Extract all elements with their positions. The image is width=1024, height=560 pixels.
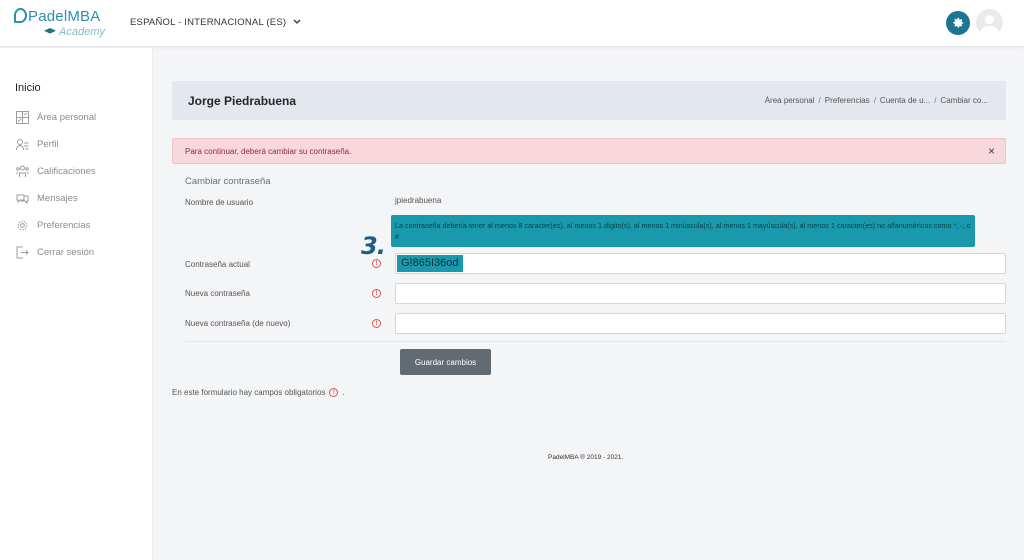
graduation-cap-icon <box>44 28 56 34</box>
logo-brand: PadelMBA <box>14 8 100 25</box>
required-icon: ! <box>372 259 381 268</box>
sidebar-title[interactable]: Inicio <box>15 82 41 94</box>
page-title: Jorge Piedrabuena <box>188 94 297 108</box>
sidebar-item-label: Preferencias <box>37 219 91 231</box>
breadcrumb-separator: / <box>873 96 876 105</box>
sidebar-item-preferencias[interactable]: Preferencias <box>15 217 90 233</box>
sidebar-item-label: Área personal <box>37 111 97 123</box>
current-password-label: Contraseña actual <box>185 260 250 269</box>
profile-icon <box>15 137 29 151</box>
avatar-body <box>980 26 999 36</box>
breadcrumb: Área personal / Preferencias / Cuenta de u..… <box>765 96 988 105</box>
top-navbar: PadelMBA Academy ESPAÑOL - INTERNACIONAL… <box>0 0 1024 47</box>
required-icon: ! <box>329 388 339 397</box>
gear-icon <box>953 17 964 28</box>
sidebar-item-cerrar-sesion[interactable]: Cerrar sesión <box>15 244 94 260</box>
sidebar-item-area-personal[interactable]: Área personal <box>15 109 96 125</box>
breadcrumb-separator: / <box>818 96 821 105</box>
username-value: jpiedrabuena <box>395 196 442 205</box>
logo-mark-icon <box>14 8 27 23</box>
repeat-password-input[interactable] <box>395 313 1006 334</box>
breadcrumb-item[interactable]: Área personal <box>765 96 815 105</box>
sidebar: Inicio Área personal Perfil Calificacion… <box>0 48 153 560</box>
breadcrumb-separator: / <box>934 96 937 105</box>
breadcrumb-item[interactable]: Cuenta de u... <box>880 96 930 105</box>
breadcrumb-item: Cambiar co... <box>940 96 988 105</box>
dashboard-icon <box>15 110 29 124</box>
footer-copyright: PadelMBA ® 2019 - 2021. <box>548 454 624 461</box>
current-password-value: G!865I36od <box>397 255 463 272</box>
sidebar-item-calificaciones[interactable]: Calificaciones <box>15 163 96 179</box>
sidebar-item-perfil[interactable]: Perfil <box>15 136 59 152</box>
alert-message: Para continuar, deberá cambiar su contra… <box>185 147 352 156</box>
sidebar-item-label: Mensajes <box>37 192 78 204</box>
page-header: Jorge Piedrabuena Área personal / Preferen… <box>172 81 1006 120</box>
required-note-end: . <box>342 388 345 397</box>
step-marker: 3. <box>361 232 386 260</box>
required-fields-note: En este formulario hay campos obligatori… <box>172 388 345 397</box>
close-icon[interactable]: × <box>988 144 995 158</box>
required-icon: ! <box>372 289 381 298</box>
password-change-alert: Para continuar, deberá cambiar su contra… <box>172 138 1006 164</box>
form-section-title: Cambiar contraseña <box>185 176 271 187</box>
form-divider <box>185 341 1006 342</box>
required-icon: ! <box>372 319 381 328</box>
language-selector[interactable]: ESPAÑOL - INTERNACIONAL (ES) <box>130 17 301 28</box>
breadcrumb-item[interactable]: Preferencias <box>825 96 870 105</box>
grades-icon <box>15 164 29 178</box>
user-avatar[interactable] <box>976 9 1003 36</box>
password-policy-hint: La contraseña debería tener al menos 8 c… <box>391 215 975 247</box>
logout-icon <box>15 245 29 259</box>
repeat-password-label: Nueva contraseña (de nuevo) <box>185 319 291 328</box>
new-password-input[interactable] <box>395 283 1006 304</box>
sidebar-item-mensajes[interactable]: Mensajes <box>15 190 78 206</box>
sidebar-item-label: Calificaciones <box>37 165 96 177</box>
logo-subtitle: Academy <box>44 26 105 38</box>
settings-icon <box>15 218 29 232</box>
sidebar-item-label: Cerrar sesión <box>37 246 95 258</box>
logo-subtitle-text: Academy <box>59 26 105 38</box>
required-note-text: En este formulario hay campos obligatori… <box>172 388 326 397</box>
chevron-down-icon <box>290 17 301 27</box>
avatar-head <box>985 15 994 24</box>
sidebar-item-label: Perfil <box>37 138 59 150</box>
language-label: ESPAÑOL - INTERNACIONAL (ES) <box>130 17 287 28</box>
logo-brand-text: PadelMBA <box>28 8 101 25</box>
new-password-label: Nueva contraseña <box>185 289 250 298</box>
current-password-input[interactable]: G!865I36od <box>395 253 1006 274</box>
username-label: Nombre de usuario <box>185 198 254 207</box>
site-logo[interactable]: PadelMBA Academy <box>14 8 109 40</box>
messages-icon <box>15 191 29 205</box>
save-changes-button[interactable]: Guardar cambios <box>400 349 491 375</box>
settings-button[interactable] <box>946 11 970 35</box>
